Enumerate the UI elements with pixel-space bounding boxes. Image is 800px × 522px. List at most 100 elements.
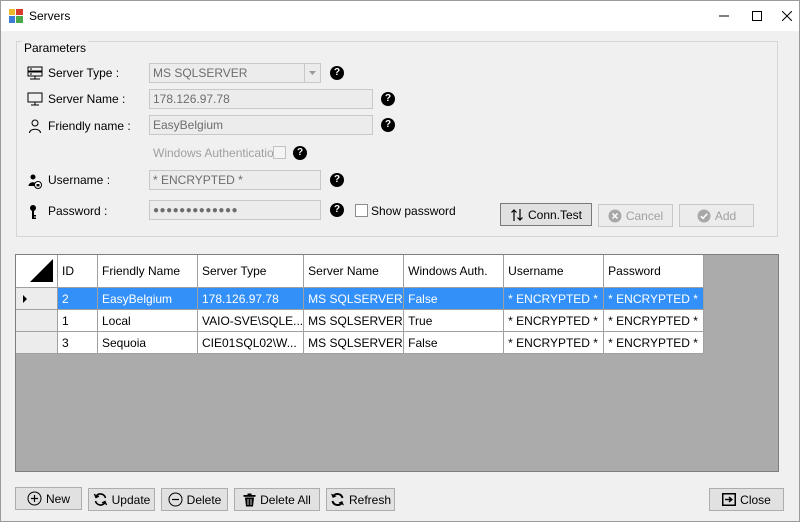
sync-icon: [93, 493, 107, 506]
cell-id[interactable]: 1: [57, 309, 98, 332]
cell-friendly-name[interactable]: Local: [97, 309, 198, 332]
cell-friendly-name[interactable]: Sequoia: [97, 331, 198, 354]
friendly-name-help-icon[interactable]: ?: [381, 118, 395, 132]
column-header-server-name[interactable]: Server Name: [303, 255, 405, 288]
password-help-icon[interactable]: ?: [330, 203, 344, 217]
close-icon: [782, 11, 792, 21]
maximize-icon: [752, 11, 762, 21]
show-password-checkbox[interactable]: [355, 204, 368, 217]
cell-username[interactable]: * ENCRYPTED *: [503, 287, 605, 310]
parameters-legend: Parameters: [22, 41, 89, 55]
conn-test-button[interactable]: Conn.Test: [500, 203, 592, 226]
cell-username[interactable]: * ENCRYPTED *: [503, 309, 605, 332]
server-name-label: Server Name :: [48, 92, 126, 106]
select-all-icon: [30, 259, 53, 282]
delete-button[interactable]: Delete: [161, 488, 228, 511]
windows-auth-help-icon[interactable]: ?: [293, 146, 307, 160]
friendly-name-label: Friendly name :: [48, 119, 131, 133]
cell-server-name[interactable]: MS SQLSERVER: [303, 287, 405, 310]
server-type-value: MS SQLSERVER: [153, 66, 248, 80]
refresh-button[interactable]: Refresh: [326, 488, 395, 511]
show-password-label[interactable]: Show password: [371, 204, 456, 218]
cell-windows-auth[interactable]: False: [403, 331, 505, 354]
password-label: Password :: [48, 204, 108, 218]
add-button[interactable]: Add: [679, 204, 754, 227]
username-label: Username :: [48, 173, 111, 187]
windows-auth-label: Windows Authentication: [153, 146, 281, 160]
maximize-button[interactable]: [746, 1, 768, 31]
server-type-select[interactable]: MS SQLSERVER: [149, 63, 321, 83]
column-header-windows-auth-text: Windows Auth.: [408, 264, 488, 278]
windows-auth-checkbox[interactable]: [273, 146, 286, 159]
servers-table: ID Friendly Name Server Type Server Name…: [16, 255, 705, 354]
server-rack-icon: [27, 66, 43, 80]
conn-test-label: Conn.Test: [527, 207, 583, 222]
table-row[interactable]: 2 EasyBelgium 178.126.97.78 MS SQLSERVER…: [16, 287, 705, 310]
user-icon: [29, 119, 41, 134]
cell-server-type[interactable]: 178.126.97.78: [197, 287, 305, 310]
chevron-down-icon: [304, 64, 320, 82]
username-input[interactable]: * ENCRYPTED *: [149, 170, 321, 190]
close-window-button[interactable]: [776, 1, 798, 31]
refresh-label: Refresh: [348, 492, 392, 507]
column-header-friendly-name[interactable]: Friendly Name: [97, 255, 198, 288]
cell-server-name[interactable]: MS SQLSERVER: [303, 331, 405, 354]
row-header[interactable]: [16, 287, 58, 310]
window-title: Servers: [29, 9, 71, 23]
monitor-icon: [27, 92, 43, 106]
key-icon: [30, 205, 36, 219]
cancel-button[interactable]: Cancel: [598, 204, 673, 227]
row-header[interactable]: [16, 309, 58, 332]
servers-grid[interactable]: ID Friendly Name Server Type Server Name…: [15, 254, 779, 472]
cell-id[interactable]: 2: [57, 287, 98, 310]
table-row[interactable]: 3 Sequoia CIE01SQL02\W... MS SQLSERVER F…: [16, 331, 705, 354]
delete-all-label: Delete All: [260, 492, 311, 507]
cell-friendly-name[interactable]: EasyBelgium: [97, 287, 198, 310]
column-header-server-type[interactable]: Server Type: [197, 255, 305, 288]
cell-windows-auth[interactable]: False: [403, 287, 505, 310]
grid-header-row: ID Friendly Name Server Type Server Name…: [16, 255, 705, 288]
friendly-name-input[interactable]: EasyBelgium: [149, 115, 373, 135]
servers-app-icon: [9, 9, 23, 23]
server-name-input[interactable]: 178.126.97.78: [149, 89, 373, 109]
column-header-windows-auth[interactable]: Windows Auth.: [403, 255, 505, 288]
minimize-button[interactable]: [713, 1, 735, 31]
password-input[interactable]: ●●●●●●●●●●●●●: [149, 200, 321, 220]
table-row[interactable]: 1 Local VAIO-SVE\SQLE... MS SQLSERVER Tr…: [16, 309, 705, 332]
cell-password[interactable]: * ENCRYPTED *: [603, 309, 705, 332]
column-header-password[interactable]: Password: [603, 255, 705, 288]
update-button[interactable]: Update: [88, 488, 155, 511]
username-help-icon[interactable]: ?: [330, 173, 344, 187]
check-circle-icon: [697, 209, 711, 222]
user-lock-icon: [28, 174, 42, 189]
refresh-icon: [330, 493, 344, 506]
server-type-help-icon[interactable]: ?: [330, 66, 344, 80]
up-down-arrows-icon: [511, 208, 523, 221]
update-label: Update: [111, 492, 151, 507]
cell-id[interactable]: 3: [57, 331, 98, 354]
cell-username[interactable]: * ENCRYPTED *: [503, 331, 605, 354]
cancel-label: Cancel: [625, 208, 664, 223]
column-header-id[interactable]: ID: [57, 255, 98, 288]
delete-label: Delete: [186, 492, 222, 507]
column-header-username[interactable]: Username: [503, 255, 605, 288]
row-header[interactable]: [16, 331, 58, 354]
cell-server-name[interactable]: MS SQLSERVER: [303, 309, 405, 332]
trash-icon: [243, 493, 256, 506]
close-button[interactable]: Close: [709, 488, 784, 511]
cell-server-type[interactable]: CIE01SQL02\W...: [197, 331, 305, 354]
cell-password[interactable]: * ENCRYPTED *: [603, 331, 705, 354]
exit-icon: [722, 493, 737, 506]
current-row-icon: [23, 295, 27, 303]
cell-windows-auth[interactable]: True: [403, 309, 505, 332]
delete-all-button[interactable]: Delete All: [234, 488, 320, 511]
plus-circle-icon: [27, 491, 42, 506]
minus-circle-icon: [168, 492, 183, 507]
server-name-help-icon[interactable]: ?: [381, 92, 395, 106]
servers-window: Servers Parameters Server Type : MS SQLS…: [0, 0, 800, 522]
new-button[interactable]: New: [15, 487, 82, 510]
title-bar: Servers: [1, 1, 799, 31]
grid-corner[interactable]: [16, 255, 58, 288]
cell-password[interactable]: * ENCRYPTED *: [603, 287, 705, 310]
cell-server-type[interactable]: VAIO-SVE\SQLE...: [197, 309, 305, 332]
